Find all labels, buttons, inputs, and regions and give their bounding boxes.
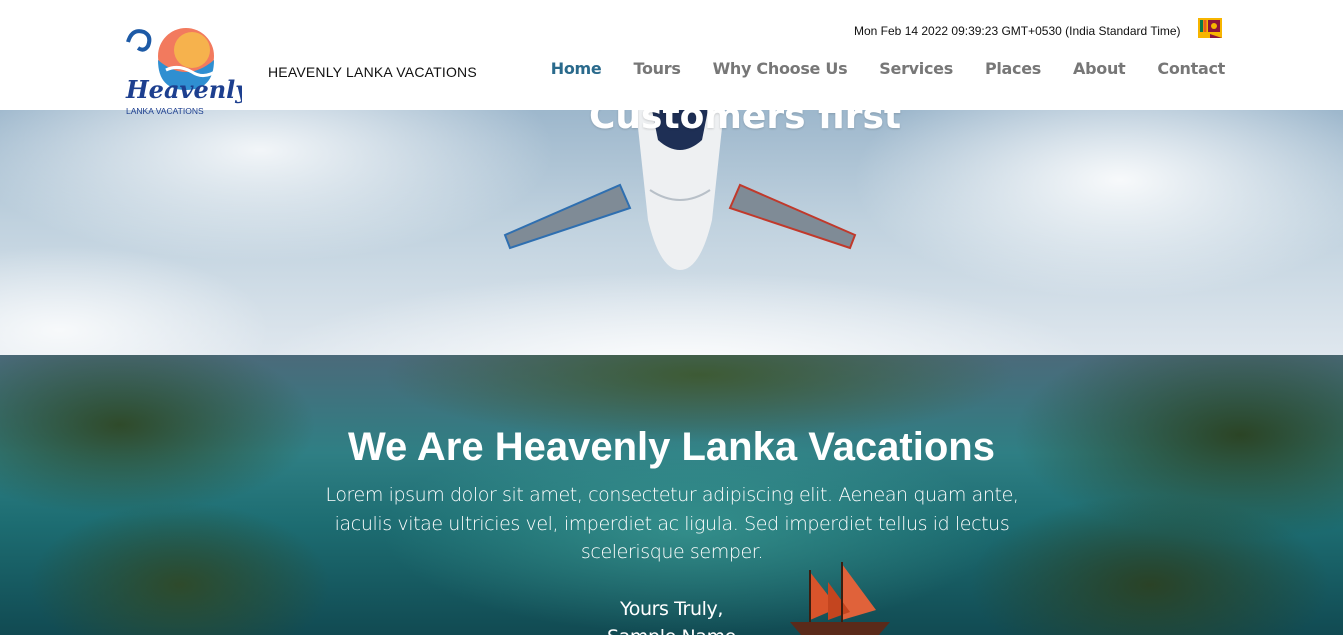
nav-home-link[interactable]: Home	[551, 59, 602, 78]
logo-subtext: LANKA VACATIONS	[126, 106, 204, 116]
sri-lanka-flag-icon[interactable]	[1198, 18, 1222, 38]
nav-places-link[interactable]: Places	[985, 59, 1041, 78]
closing-text: Yours Truly,	[620, 598, 723, 620]
signature-name: Sample Name	[0, 623, 1343, 635]
nav-why-choose-us-link[interactable]: Why Choose Us	[713, 59, 848, 78]
nav-about-link[interactable]: About	[1073, 59, 1126, 78]
about-title: We Are Heavenly Lanka Vacations	[348, 425, 995, 469]
about-signoff: Yours Truly, Sample Name	[0, 595, 1343, 635]
main-navigation: Home Tours Why Choose Us Services Places…	[519, 59, 1226, 78]
brand-logo[interactable]: Heavenly LANKA VACATIONS	[122, 20, 251, 120]
nav-contact-link[interactable]: Contact	[1157, 59, 1225, 78]
nav-services-link[interactable]: Services	[879, 59, 953, 78]
brand-name: HEAVENLY LANKA VACATIONS	[268, 64, 477, 80]
nav-tours-link[interactable]: Tours	[633, 59, 680, 78]
logo-script-text: Heavenly	[125, 75, 242, 104]
about-description: Lorem ipsum dolor sit amet, consectetur …	[325, 484, 1019, 563]
current-datetime: Mon Feb 14 2022 09:39:23 GMT+0530 (India…	[854, 24, 1181, 38]
site-header: Heavenly LANKA VACATIONS HEAVENLY LANKA …	[0, 0, 1343, 116]
hero-banner: Customers first	[0, 110, 1343, 355]
hero-title: Customers first	[589, 110, 902, 137]
